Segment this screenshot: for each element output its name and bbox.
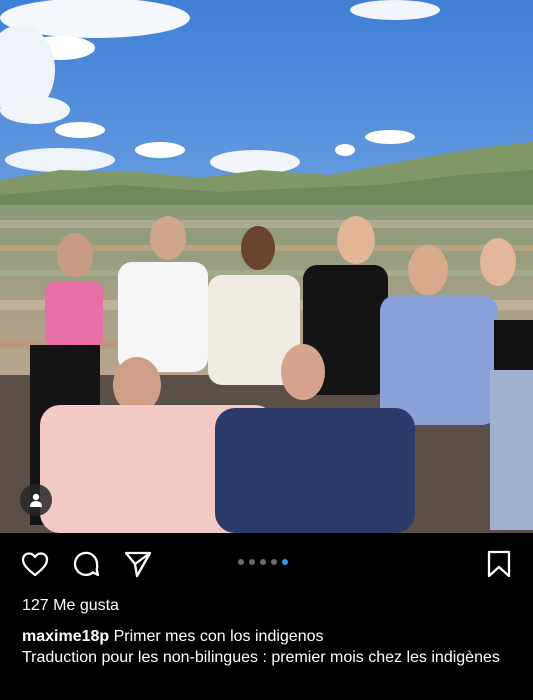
post-caption: maxime18p Primer mes con los indigenos T… xyxy=(22,626,517,668)
author-username[interactable]: maxime18p xyxy=(22,628,109,645)
user-tag-icon xyxy=(30,493,42,507)
caption-line-1: Primer mes con los indigenos xyxy=(113,628,324,645)
comment-icon[interactable] xyxy=(71,549,101,579)
send-icon[interactable] xyxy=(123,549,153,579)
heart-icon[interactable] xyxy=(20,549,50,579)
carousel-dot xyxy=(249,559,255,565)
tagged-users-button[interactable] xyxy=(20,484,52,516)
carousel-dot xyxy=(238,559,244,565)
bookmark-icon[interactable] xyxy=(484,549,514,579)
carousel-indicator xyxy=(238,559,288,565)
post-action-bar xyxy=(0,533,533,593)
post-photo[interactable] xyxy=(0,0,533,533)
photo-illustration xyxy=(0,0,533,533)
carousel-dot xyxy=(271,559,277,565)
carousel-dot-active xyxy=(282,559,288,565)
caption-line-2: Traduction pour les non-bilingues : prem… xyxy=(22,649,500,666)
like-count[interactable]: 127 Me gusta xyxy=(22,597,119,615)
carousel-dot xyxy=(260,559,266,565)
